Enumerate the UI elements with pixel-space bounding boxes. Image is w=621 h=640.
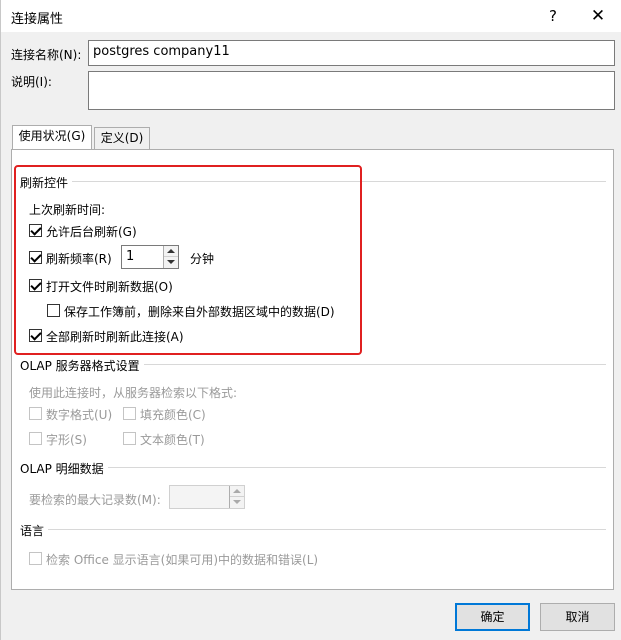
remove-data-before-save-label: 保存工作簿前，删除来自外部数据区域中的数据(D) bbox=[64, 305, 335, 319]
chevron-up-icon bbox=[233, 489, 241, 493]
refresh-interval-unit: 分钟 bbox=[190, 252, 215, 266]
fill-color-checkbox[interactable] bbox=[123, 407, 136, 420]
refresh-interval-label: 刷新频率(R) bbox=[46, 252, 112, 266]
max-records-stepper[interactable] bbox=[169, 485, 245, 509]
connection-properties-dialog: 连接属性 ? ✕ 连接名称(N): postgres company11 说明(… bbox=[0, 0, 621, 640]
refresh-section-divider bbox=[21, 181, 606, 182]
refresh-interval-stepper[interactable]: 1 bbox=[121, 245, 179, 269]
refresh-on-open-checkbox[interactable] bbox=[29, 279, 42, 292]
office-language-checkbox[interactable] bbox=[29, 552, 42, 565]
stepper-down-button[interactable] bbox=[230, 497, 244, 508]
language-divider bbox=[21, 529, 606, 530]
connection-name-value: postgres company11 bbox=[93, 44, 230, 59]
text-color-label: 文本颜色(T) bbox=[140, 433, 205, 447]
font-style-checkbox[interactable] bbox=[29, 432, 42, 445]
number-format-checkbox[interactable] bbox=[29, 407, 42, 420]
refresh-all-checkbox[interactable] bbox=[29, 329, 42, 342]
fill-color-label: 填充颜色(C) bbox=[140, 408, 206, 422]
font-style-label: 字形(S) bbox=[46, 433, 87, 447]
close-icon[interactable]: ✕ bbox=[583, 4, 613, 28]
background-refresh-checkbox[interactable] bbox=[29, 224, 42, 237]
refresh-on-open-label: 打开文件时刷新数据(O) bbox=[46, 280, 173, 294]
title-bar: 连接属性 ? ✕ bbox=[1, 0, 621, 32]
remove-data-before-save-checkbox[interactable] bbox=[47, 304, 60, 317]
refresh-section-title: 刷新控件 bbox=[20, 174, 73, 191]
stepper-buttons bbox=[163, 246, 178, 268]
stepper-up-button[interactable] bbox=[230, 486, 244, 497]
stepper-up-button[interactable] bbox=[164, 246, 178, 257]
description-input[interactable] bbox=[88, 71, 615, 110]
text-color-checkbox[interactable] bbox=[123, 432, 136, 445]
help-button[interactable]: ? bbox=[539, 4, 567, 28]
stepper-buttons bbox=[229, 486, 244, 508]
background-refresh-label: 允许后台刷新(G) bbox=[46, 225, 137, 239]
chevron-down-icon bbox=[233, 500, 241, 504]
olap-format-title: OLAP 服务器格式设置 bbox=[20, 357, 144, 374]
olap-drill-divider bbox=[21, 467, 606, 468]
tab-definition[interactable]: 定义(D) bbox=[94, 127, 150, 149]
refresh-all-label: 全部刷新时刷新此连接(A) bbox=[46, 330, 184, 344]
connection-name-input[interactable]: postgres company11 bbox=[88, 40, 615, 66]
olap-drill-title: OLAP 明细数据 bbox=[20, 460, 108, 477]
olap-format-description: 使用此连接时，从服务器检索以下格式: bbox=[29, 386, 238, 400]
ok-button[interactable]: 确定 bbox=[455, 603, 530, 631]
office-language-label: 检索 Office 显示语言(如果可用)中的数据和错误(L) bbox=[46, 553, 319, 567]
max-records-label: 要检索的最大记录数(M): bbox=[29, 493, 161, 507]
last-refresh-label: 上次刷新时间: bbox=[29, 203, 106, 217]
description-label: 说明(I): bbox=[11, 75, 52, 89]
cancel-button[interactable]: 取消 bbox=[540, 603, 615, 631]
refresh-interval-value: 1 bbox=[126, 249, 135, 264]
chevron-down-icon bbox=[167, 260, 175, 264]
tab-usage[interactable]: 使用状况(G) bbox=[12, 125, 92, 149]
refresh-interval-checkbox[interactable] bbox=[29, 251, 42, 264]
stepper-down-button[interactable] bbox=[164, 257, 178, 268]
number-format-label: 数字格式(U) bbox=[46, 408, 113, 422]
connection-name-label: 连接名称(N): bbox=[11, 48, 82, 62]
language-title: 语言 bbox=[20, 522, 49, 539]
chevron-up-icon bbox=[167, 249, 175, 253]
dialog-title: 连接属性 bbox=[11, 12, 64, 27]
